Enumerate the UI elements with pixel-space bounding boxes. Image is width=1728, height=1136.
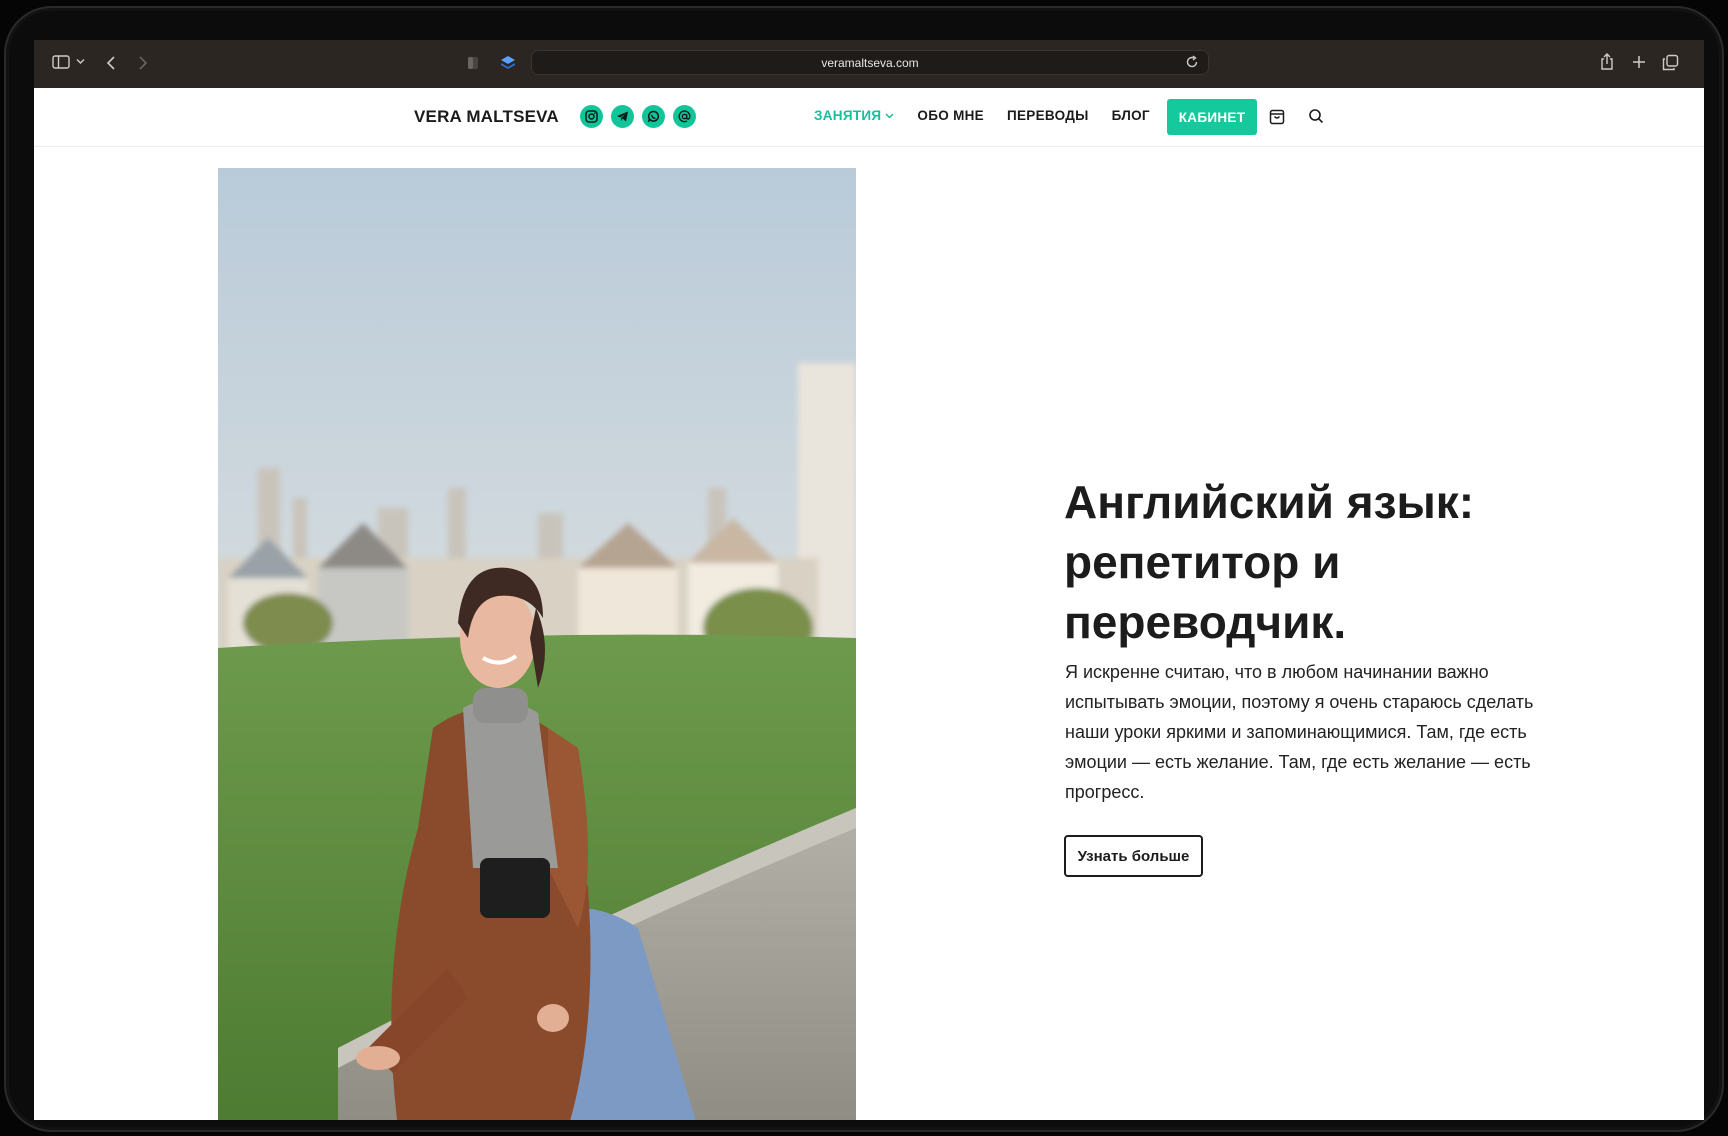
site-header: VERA MALTSEVA ЗАНЯТИЯ ОБО МНЕ ПЕРЕВОДЫ Б…	[34, 88, 1704, 147]
main-nav: ЗАНЯТИЯ ОБО МНЕ ПЕРЕВОДЫ БЛОГ	[814, 108, 1173, 123]
learn-more-button[interactable]: Узнать больше	[1064, 835, 1203, 877]
tab-overview-icon[interactable]	[1662, 54, 1679, 71]
whatsapp-icon[interactable]	[642, 105, 665, 128]
extension-icon[interactable]	[499, 54, 517, 72]
hero-title: Английский язык: репетитор и переводчик.	[1064, 476, 1475, 648]
address-bar[interactable]: veramaltseva.com	[531, 50, 1209, 75]
device-frame: veramaltseva.com VERA MALTSEVA ЗАНЯТИЯ О…	[4, 6, 1724, 1132]
chevron-down-icon	[885, 112, 894, 119]
hero-description: Я искренне считаю, что в любом начинании…	[1065, 662, 1534, 802]
site-logo[interactable]: VERA MALTSEVA	[414, 107, 559, 127]
browser-toolbar: veramaltseva.com	[34, 40, 1704, 88]
nav-item-translations[interactable]: ПЕРЕВОДЫ	[1007, 108, 1089, 123]
reload-icon[interactable]	[1185, 55, 1199, 74]
instagram-icon[interactable]	[580, 105, 603, 128]
social-links	[580, 105, 696, 128]
forward-icon[interactable]	[138, 55, 148, 71]
nav-item-lessons[interactable]: ЗАНЯТИЯ	[814, 108, 894, 123]
chevron-down-icon[interactable]	[76, 58, 85, 65]
privacy-shield-icon[interactable]	[466, 55, 480, 71]
nav-item-label: ОБО МНЕ	[917, 108, 984, 123]
browser-window: veramaltseva.com VERA MALTSEVA ЗАНЯТИЯ О…	[34, 40, 1704, 1120]
email-icon[interactable]	[673, 105, 696, 128]
cart-icon[interactable]	[1269, 108, 1285, 130]
new-tab-icon[interactable]	[1632, 55, 1646, 69]
hero-photo	[218, 168, 856, 1120]
nav-item-label: ПЕРЕВОДЫ	[1006, 108, 1089, 123]
nav-item-about[interactable]: ОБО МНЕ	[917, 108, 984, 123]
nav-item-blog[interactable]: БЛОГ	[1112, 108, 1150, 123]
search-icon[interactable]	[1308, 108, 1324, 129]
back-icon[interactable]	[106, 55, 116, 71]
share-icon[interactable]	[1599, 53, 1615, 71]
sidebar-toggle-icon[interactable]	[52, 54, 70, 70]
nav-item-label: ЗАНЯТИЯ	[814, 108, 882, 123]
url-text: veramaltseva.com	[821, 55, 919, 70]
telegram-icon[interactable]	[611, 105, 634, 128]
nav-item-label: БЛОГ	[1111, 108, 1150, 123]
cabinet-button[interactable]: КАБИНЕТ	[1167, 99, 1257, 135]
